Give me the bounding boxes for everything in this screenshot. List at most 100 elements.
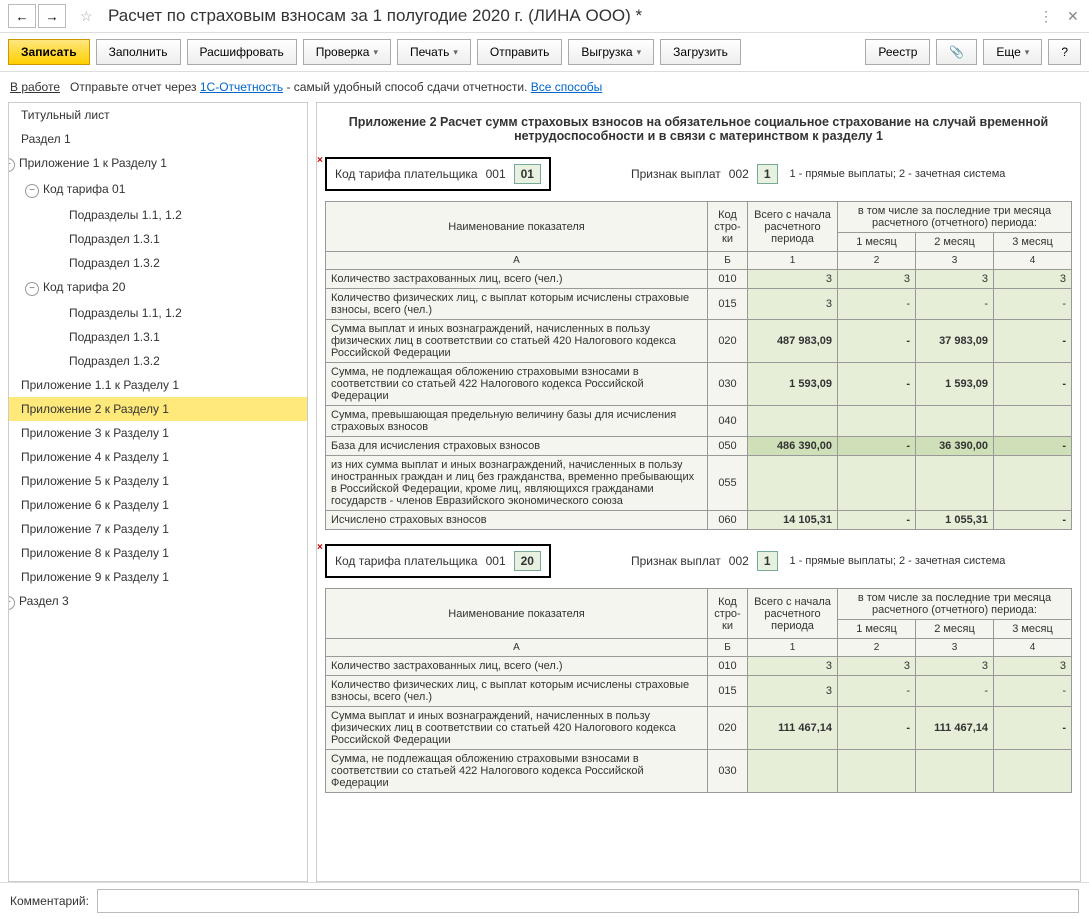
cell-value[interactable]: 3: [838, 270, 916, 289]
cell-value[interactable]: [838, 456, 916, 511]
tree-item-9[interactable]: Подраздел 1.3.1: [9, 325, 307, 349]
cell-value[interactable]: -: [994, 707, 1072, 750]
forward-button[interactable]: →: [38, 4, 66, 28]
tree-item-7[interactable]: −Код тарифа 20: [9, 275, 307, 301]
more-button[interactable]: Еще: [983, 39, 1042, 65]
cell-value[interactable]: -: [994, 320, 1072, 363]
tree-item-0[interactable]: Титульный лист: [9, 103, 307, 127]
cell-value[interactable]: -: [838, 320, 916, 363]
cell-value[interactable]: [994, 406, 1072, 437]
tree-item-4[interactable]: Подразделы 1.1, 1.2: [9, 203, 307, 227]
cell-value[interactable]: [994, 456, 1072, 511]
tree-toggle-icon[interactable]: −: [8, 158, 15, 172]
cell-value[interactable]: 1 593,09: [916, 363, 994, 406]
cell-value[interactable]: 3: [748, 289, 838, 320]
menu-icon[interactable]: ⋮: [1033, 6, 1053, 26]
cell-value[interactable]: [748, 750, 838, 793]
tree-item-14[interactable]: Приложение 4 к Разделу 1: [9, 445, 307, 469]
cell-value[interactable]: 3: [748, 676, 838, 707]
cell-value[interactable]: 3: [916, 270, 994, 289]
tree-item-16[interactable]: Приложение 6 к Разделу 1: [9, 493, 307, 517]
cell-value[interactable]: -: [838, 289, 916, 320]
decode-button[interactable]: Расшифровать: [187, 39, 297, 65]
tree-item-6[interactable]: Подраздел 1.3.2: [9, 251, 307, 275]
cell-value[interactable]: [748, 456, 838, 511]
save-button[interactable]: Записать: [8, 39, 90, 65]
cell-value[interactable]: 14 105,31: [748, 511, 838, 530]
cell-value[interactable]: -: [916, 676, 994, 707]
import-button[interactable]: Загрузить: [660, 39, 741, 65]
tree-item-8[interactable]: Подразделы 1.1, 1.2: [9, 301, 307, 325]
cell-value[interactable]: 3: [748, 657, 838, 676]
tree-item-12[interactable]: Приложение 2 к Разделу 1: [9, 397, 307, 421]
cell-value[interactable]: 111 467,14: [748, 707, 838, 750]
cell-value[interactable]: [838, 406, 916, 437]
cell-value[interactable]: -: [994, 289, 1072, 320]
subbar-text: Отправьте отчет через 1С-Отчетность - са…: [70, 80, 602, 94]
cell-value[interactable]: 3: [748, 270, 838, 289]
tree-item-11[interactable]: Приложение 1.1 к Разделу 1: [9, 373, 307, 397]
cell-value[interactable]: 486 390,00: [748, 437, 838, 456]
check-button[interactable]: Проверка: [303, 39, 391, 65]
cell-value[interactable]: 1 055,31: [916, 511, 994, 530]
comment-input[interactable]: [97, 889, 1079, 913]
tree-item-13[interactable]: Приложение 3 к Разделу 1: [9, 421, 307, 445]
cell-value[interactable]: -: [994, 363, 1072, 406]
tree-item-5[interactable]: Подраздел 1.3.1: [9, 227, 307, 251]
tree-item-18[interactable]: Приложение 8 к Разделу 1: [9, 541, 307, 565]
cell-value[interactable]: 487 983,09: [748, 320, 838, 363]
tree-item-10[interactable]: Подраздел 1.3.2: [9, 349, 307, 373]
tree-item-2[interactable]: −Приложение 1 к Разделу 1: [9, 151, 307, 177]
cell-value[interactable]: -: [838, 676, 916, 707]
cell-value[interactable]: [916, 406, 994, 437]
cell-value[interactable]: [748, 406, 838, 437]
cell-value[interactable]: [994, 750, 1072, 793]
fill-button[interactable]: Заполнить: [96, 39, 181, 65]
tree-item-17[interactable]: Приложение 7 к Разделу 1: [9, 517, 307, 541]
cell-value[interactable]: [916, 750, 994, 793]
cell-value[interactable]: 111 467,14: [916, 707, 994, 750]
help-button[interactable]: ?: [1048, 39, 1081, 65]
sign-value[interactable]: 1: [757, 164, 778, 184]
cell-value[interactable]: 3: [994, 657, 1072, 676]
send-button[interactable]: Отправить: [477, 39, 563, 65]
back-button[interactable]: ←: [8, 4, 36, 28]
cell-value[interactable]: -: [994, 437, 1072, 456]
tree-toggle-icon[interactable]: −: [25, 184, 39, 198]
tariff-code-value[interactable]: 01: [514, 164, 541, 184]
close-icon[interactable]: ✕: [1061, 6, 1081, 26]
status-link[interactable]: В работе: [10, 80, 60, 94]
cell-value[interactable]: -: [838, 437, 916, 456]
tariff-code-value[interactable]: 20: [514, 551, 541, 571]
export-button[interactable]: Выгрузка: [568, 39, 654, 65]
cell-value[interactable]: -: [838, 363, 916, 406]
cell-value[interactable]: 37 983,09: [916, 320, 994, 363]
link-all-ways[interactable]: Все способы: [531, 80, 603, 94]
cell-value[interactable]: -: [838, 511, 916, 530]
tree-toggle-icon[interactable]: +: [8, 596, 15, 610]
tree-item-3[interactable]: −Код тарифа 01: [9, 177, 307, 203]
tree-item-20[interactable]: +Раздел 3: [9, 589, 307, 615]
table-row: Сумма, превышающая предельную величину б…: [326, 406, 1072, 437]
link-1c[interactable]: 1С-Отчетность: [200, 80, 283, 94]
cell-value[interactable]: 1 593,09: [748, 363, 838, 406]
cell-value[interactable]: -: [838, 707, 916, 750]
cell-value[interactable]: -: [994, 676, 1072, 707]
cell-value[interactable]: 3: [838, 657, 916, 676]
cell-value[interactable]: 36 390,00: [916, 437, 994, 456]
registry-button[interactable]: Реестр: [865, 39, 930, 65]
attach-button[interactable]: 📎: [936, 39, 977, 65]
print-button[interactable]: Печать: [397, 39, 471, 65]
favorite-button[interactable]: ☆: [74, 4, 98, 28]
tree-item-1[interactable]: Раздел 1: [9, 127, 307, 151]
tree-item-19[interactable]: Приложение 9 к Разделу 1: [9, 565, 307, 589]
cell-value[interactable]: -: [916, 289, 994, 320]
sign-value[interactable]: 1: [757, 551, 778, 571]
cell-value[interactable]: -: [994, 511, 1072, 530]
cell-value[interactable]: [838, 750, 916, 793]
tree-toggle-icon[interactable]: −: [25, 282, 39, 296]
tree-item-15[interactable]: Приложение 5 к Разделу 1: [9, 469, 307, 493]
cell-value[interactable]: 3: [994, 270, 1072, 289]
cell-value[interactable]: [916, 456, 994, 511]
cell-value[interactable]: 3: [916, 657, 994, 676]
